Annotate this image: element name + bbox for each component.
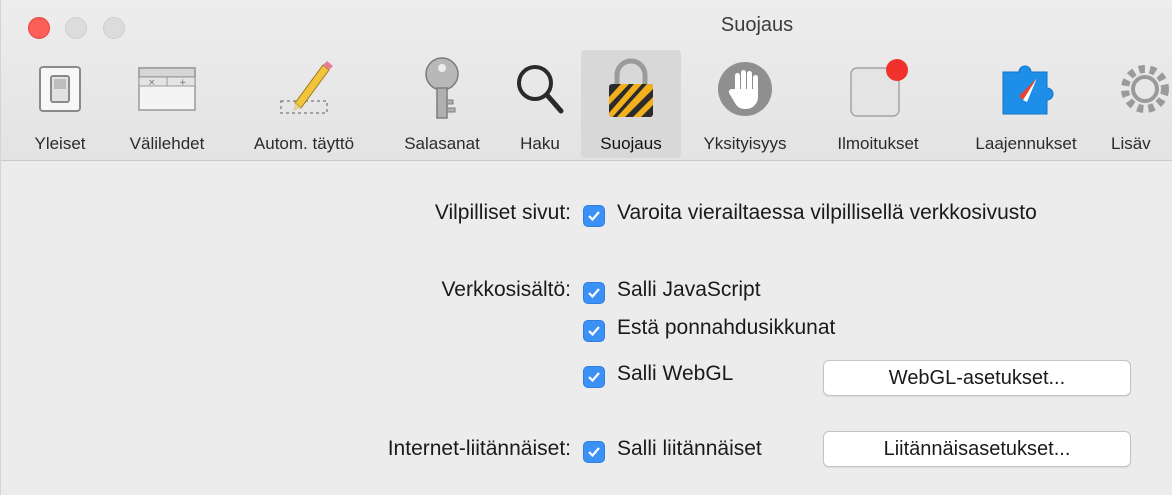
tab-general[interactable]: Yleiset [15,50,105,158]
tab-label: Välilehdet [129,134,205,153]
checkmark-icon [588,326,600,337]
tab-tabs[interactable]: × + Välilehdet [107,50,227,158]
tab-security[interactable]: Suojaus [581,50,681,158]
gear-icon [1105,56,1172,122]
block-popups-checkbox[interactable] [583,320,605,342]
tab-label: Yksityisyys [703,134,787,153]
tab-label: Haku [520,134,560,153]
svg-text:×: × [148,78,156,88]
checkmark-icon [588,447,600,458]
tab-label: Yleiset [34,134,86,153]
tab-notifications[interactable]: Ilmoitukset [813,50,943,158]
webgl-checkbox[interactable] [583,366,605,388]
plugin-settings-button[interactable]: Liitännäisasetukset... [823,431,1131,467]
tab-label: Laajennukset [975,134,1077,153]
javascript-option[interactable]: Salli JavaScript [617,278,761,302]
window-title: Suojaus [720,14,794,36]
tab-advanced[interactable]: Lisäv [1105,50,1172,158]
tab-label: Autom. täyttö [253,134,355,153]
magnifier-icon [505,56,575,122]
checkmark-icon [588,288,600,299]
tab-privacy[interactable]: Yksityisyys [685,50,805,158]
javascript-checkbox[interactable] [583,282,605,304]
key-icon [407,56,477,122]
plugins-checkbox[interactable] [583,441,605,463]
svg-text:+: + [179,78,187,88]
preferences-toolbar: Yleiset × + Välilehdet Autom. täyttö Sal… [1,50,1172,160]
tab-extensions[interactable]: Laajennukset [951,50,1101,158]
fraud-label: Vilpilliset sivut: [434,201,571,224]
tab-passwords[interactable]: Salasanat [387,50,497,158]
plugins-label: Internet-liitännäiset: [387,437,571,460]
tab-autofill[interactable]: Autom. täyttö [229,50,379,158]
block-popups-option[interactable]: Estä ponnahdusikkunat [617,316,835,340]
web-content-label: Verkkosisältö: [441,278,571,301]
webgl-settings-button[interactable]: WebGL-asetukset... [823,360,1131,396]
puzzle-icon [991,56,1061,122]
tab-label: Ilmoitukset [837,134,919,153]
tab-search[interactable]: Haku [505,50,575,158]
fraud-warning-checkbox[interactable] [583,205,605,227]
preferences-window: Suojaus Yleiset × + Välilehdet Autom. tä… [0,0,1172,495]
fraud-warning-option[interactable]: Varoita vierailtaessa vilpillisellä verk… [617,201,1037,225]
titlebar: Suojaus Yleiset × + Välilehdet Autom. tä… [1,0,1172,161]
tab-label: Suojaus [600,134,662,153]
checkmark-icon [588,211,600,222]
security-settings: Vilpilliset sivut: Varoita vierailtaessa… [1,161,1172,495]
webgl-option[interactable]: Salli WebGL [617,362,733,386]
tabs-icon: × + [132,56,202,122]
plugins-option[interactable]: Salli liitännäiset [617,437,762,461]
pencil-icon [269,56,339,122]
tab-label: Salasanat [404,134,480,153]
lock-icon [596,56,666,122]
checkmark-icon [588,372,600,383]
switch-icon [25,56,95,122]
tab-label: Lisäv [1111,134,1151,153]
hand-icon [710,56,780,122]
notification-icon [843,56,913,122]
